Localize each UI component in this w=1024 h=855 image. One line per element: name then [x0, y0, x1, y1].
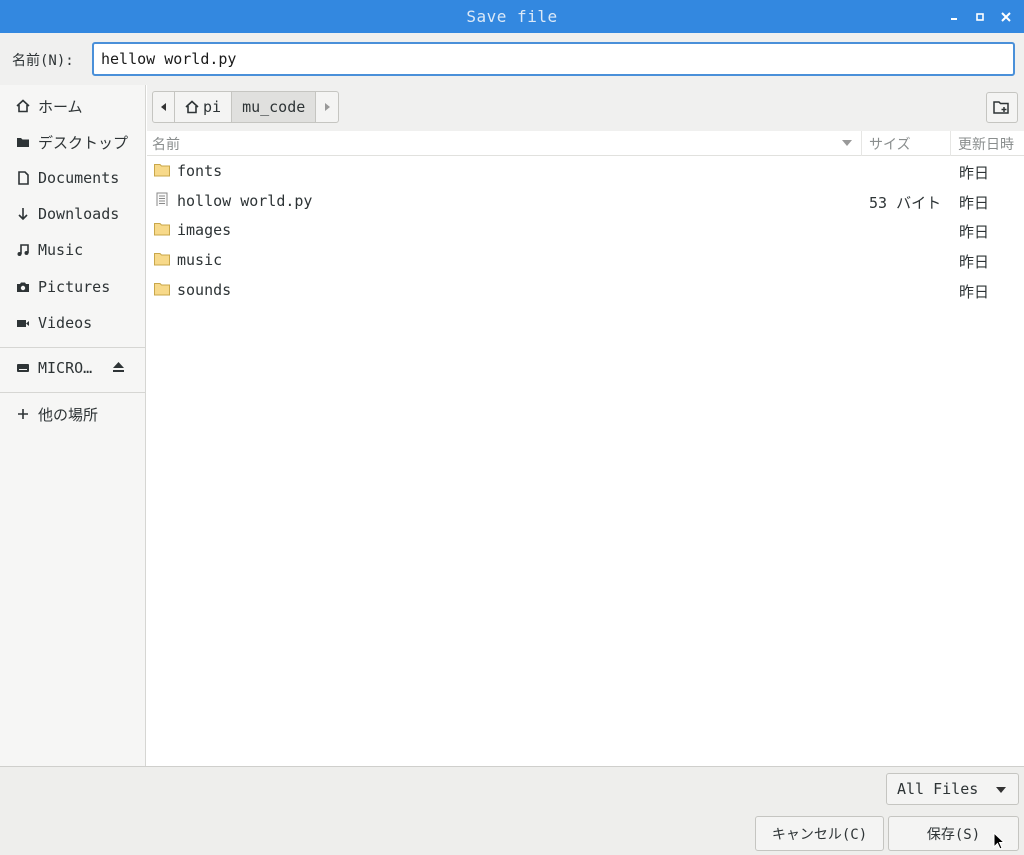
- file-row[interactable]: hollow world.py 53 バイト 昨日: [147, 186, 1024, 216]
- folder-icon: [154, 223, 170, 236]
- path-home-button[interactable]: pi: [175, 92, 233, 122]
- column-header: 名前 サイズ 更新日時: [147, 131, 1024, 156]
- path-scroll-right-button[interactable]: [316, 92, 338, 122]
- filename-bar: 名前(N):: [0, 33, 1024, 85]
- desktop-icon: [15, 135, 30, 150]
- column-size-label: サイズ: [869, 136, 911, 153]
- sidebar-item-label: Pictures: [38, 278, 111, 296]
- sidebar-item-label: デスクトップ: [38, 133, 129, 152]
- close-icon: [1001, 11, 1011, 22]
- column-size[interactable]: サイズ: [861, 131, 950, 156]
- file-row[interactable]: sounds 昨日: [147, 275, 1024, 305]
- sidebar-item-other-locations[interactable]: 他の場所: [0, 399, 145, 429]
- folder-icon: [154, 253, 170, 266]
- file-browser: pi mu_code 名前 サイズ 更新日時 fonts 昨日 hollow w…: [147, 85, 1024, 766]
- sidebar-item-device[interactable]: MICRO…: [0, 353, 145, 383]
- places-sidebar: ホーム デスクトップ Documents Downloads Music Pic…: [0, 85, 146, 766]
- cancel-button[interactable]: キャンセル(C): [755, 816, 884, 851]
- file-size: 53 バイト: [869, 194, 942, 212]
- file-name: sounds: [177, 281, 232, 299]
- sidebar-separator: [0, 392, 145, 393]
- sidebar-item-label: ホーム: [38, 97, 83, 116]
- home-icon: [185, 100, 199, 114]
- column-name-label: 名前: [152, 136, 180, 153]
- eject-icon[interactable]: [112, 361, 125, 376]
- close-button[interactable]: [996, 7, 1016, 27]
- download-icon: [15, 207, 30, 222]
- window-controls: [944, 0, 1016, 33]
- arrow-right-icon: [325, 103, 331, 111]
- maximize-icon: [976, 12, 984, 21]
- file-date: 昨日: [959, 223, 990, 241]
- filename-input[interactable]: [92, 42, 1015, 76]
- folder-icon: [154, 283, 170, 296]
- path-home-label: pi: [203, 98, 222, 116]
- sidebar-item-label: Downloads: [38, 205, 120, 223]
- cancel-button-label: キャンセル(C): [771, 826, 868, 843]
- text-file-icon: [156, 192, 168, 206]
- sidebar-item-documents[interactable]: Documents: [0, 163, 145, 193]
- video-icon: [15, 316, 30, 331]
- column-date[interactable]: 更新日時: [950, 131, 1024, 156]
- sidebar-item-desktop[interactable]: デスクトップ: [0, 127, 145, 157]
- drive-icon: [15, 361, 30, 376]
- file-name: music: [177, 251, 223, 269]
- path-current-button[interactable]: mu_code: [232, 92, 317, 122]
- sidebar-item-videos[interactable]: Videos: [0, 308, 145, 338]
- file-type-filter-label: All Files: [897, 780, 979, 798]
- sort-descending-icon: [842, 140, 852, 146]
- dialog-footer: All Files キャンセル(C) 保存(S): [0, 766, 1024, 855]
- file-row[interactable]: music 昨日: [147, 245, 1024, 275]
- breadcrumb: pi mu_code: [152, 91, 340, 123]
- sidebar-item-label: 他の場所: [38, 405, 99, 424]
- file-type-filter[interactable]: All Files: [886, 773, 1019, 805]
- music-icon: [15, 243, 30, 258]
- minimize-button[interactable]: [944, 7, 964, 27]
- file-name: fonts: [177, 162, 223, 180]
- window-title: Save file: [466, 7, 558, 26]
- sidebar-item-label: Music: [38, 241, 84, 259]
- new-folder-icon: [993, 101, 1009, 114]
- file-row[interactable]: fonts 昨日: [147, 156, 1024, 186]
- sidebar-item-label: Documents: [38, 169, 120, 187]
- document-icon: [15, 171, 30, 186]
- arrow-left-icon: [160, 103, 166, 111]
- sidebar-item-label: MICRO…: [38, 359, 93, 377]
- file-date: 昨日: [959, 253, 990, 271]
- file-date: 昨日: [959, 164, 990, 182]
- filename-label: 名前(N):: [12, 53, 74, 69]
- save-button-label: 保存(S): [926, 826, 981, 843]
- sidebar-item-label: Videos: [38, 314, 93, 332]
- sidebar-item-home[interactable]: ホーム: [0, 91, 145, 121]
- chevron-down-icon: [996, 787, 1006, 793]
- path-current-label: mu_code: [242, 98, 306, 116]
- sidebar-item-pictures[interactable]: Pictures: [0, 272, 145, 302]
- path-bar: pi mu_code: [147, 85, 1024, 131]
- title-bar: Save file: [0, 0, 1024, 33]
- file-name: images: [177, 221, 232, 239]
- new-folder-button[interactable]: [986, 92, 1018, 123]
- file-date: 昨日: [959, 283, 990, 301]
- column-date-label: 更新日時: [958, 136, 1014, 153]
- maximize-button[interactable]: [970, 7, 990, 27]
- home-icon: [15, 99, 30, 114]
- folder-icon: [154, 164, 170, 177]
- plus-icon: [15, 407, 30, 422]
- sidebar-separator: [0, 347, 145, 348]
- sidebar-item-music[interactable]: Music: [0, 235, 145, 265]
- path-scroll-left-button[interactable]: [153, 92, 175, 122]
- file-row[interactable]: images 昨日: [147, 215, 1024, 245]
- file-name: hollow world.py: [177, 192, 313, 210]
- sidebar-item-downloads[interactable]: Downloads: [0, 199, 145, 229]
- column-name[interactable]: 名前: [152, 131, 862, 156]
- minimize-icon: [951, 17, 957, 20]
- file-date: 昨日: [959, 194, 990, 212]
- mouse-cursor-icon: [993, 832, 1005, 850]
- camera-icon: [15, 280, 30, 295]
